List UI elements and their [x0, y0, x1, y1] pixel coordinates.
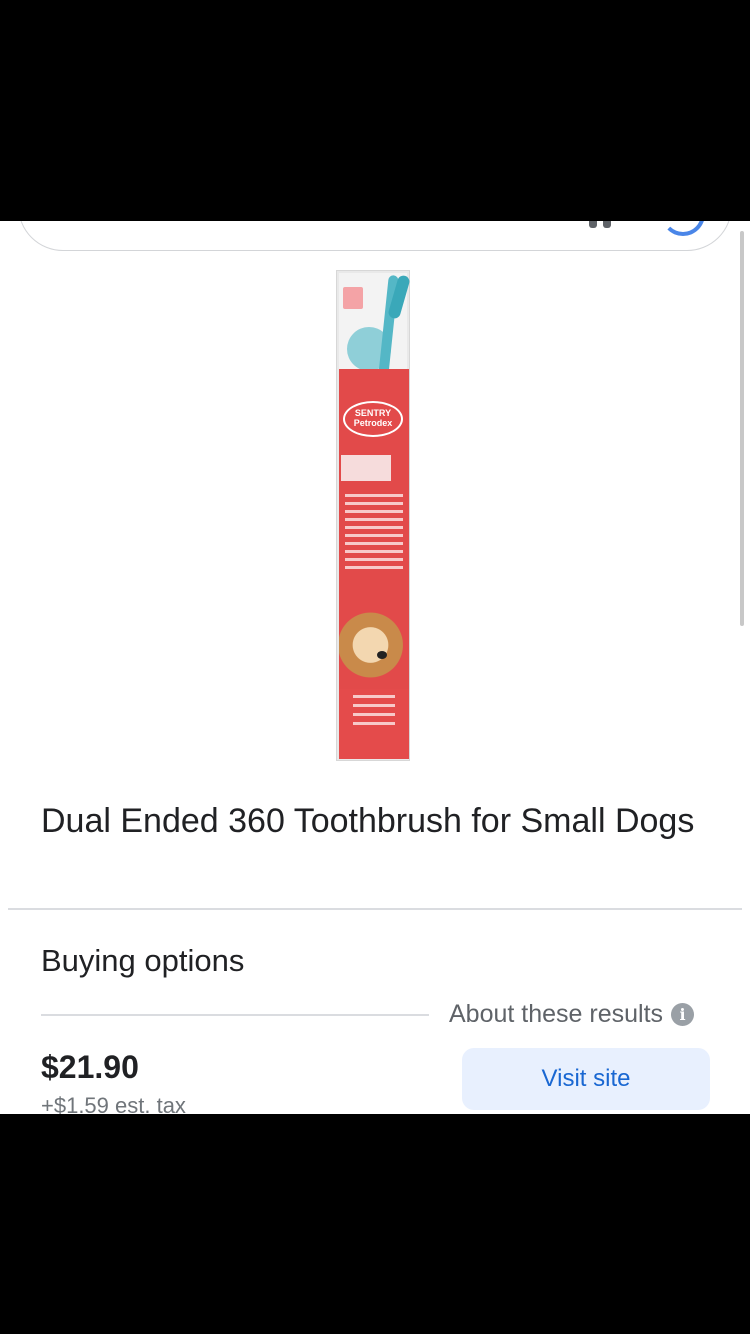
brand-logo-text: SENTRY Petrodex: [353, 408, 393, 428]
about-these-results-label: About these results: [449, 1000, 664, 1028]
product-image[interactable]: SENTRY Petrodex: [336, 270, 411, 761]
shopping-result-screen: SENTRY Petrodex Dual Ended 360 Toothbrus…: [0, 221, 750, 1114]
mic-icon[interactable]: [587, 221, 613, 232]
offer-tax: +$1.59 est. tax: [41, 1093, 186, 1114]
offer-price: $21.90: [41, 1049, 139, 1085]
info-icon[interactable]: i: [671, 1002, 695, 1026]
buying-options-heading: Buying options: [41, 943, 245, 978]
scrollbar[interactable]: [740, 231, 744, 626]
product-title: Dual Ended 360 Toothbrush for Small Dogs: [41, 802, 695, 840]
about-these-results-link[interactable]: About these results i: [449, 997, 695, 1031]
dog-photo: [339, 601, 409, 689]
google-lens-icon[interactable]: [661, 221, 705, 236]
divider: [8, 908, 742, 910]
visit-site-button[interactable]: Visit site: [462, 1048, 710, 1110]
divider: [41, 1014, 429, 1016]
toothbrush-package: SENTRY Petrodex: [336, 270, 411, 761]
search-bar[interactable]: [18, 221, 732, 251]
